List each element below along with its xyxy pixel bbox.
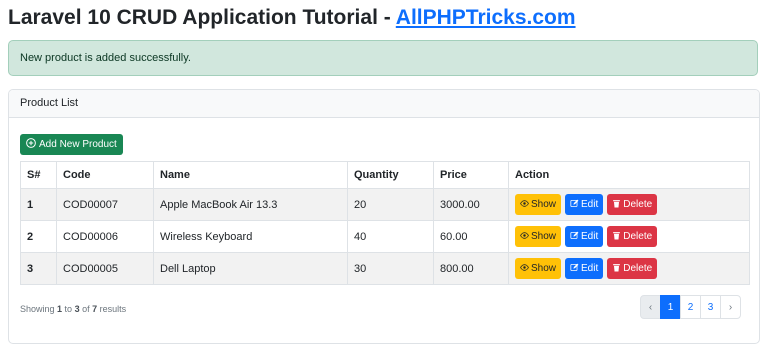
show-button[interactable]: Show xyxy=(515,194,562,215)
cell-price: 60.00 xyxy=(433,220,509,253)
summary-text: to xyxy=(62,304,75,314)
cell-code: COD00007 xyxy=(56,188,154,221)
cell-code: COD00006 xyxy=(56,220,154,253)
cell-name: Wireless Keyboard xyxy=(153,220,348,253)
cell-price: 800.00 xyxy=(433,252,509,285)
summary-text: results xyxy=(97,304,127,314)
table-header-row: S# Code Name Quantity Price Action xyxy=(20,161,750,189)
edit-button[interactable]: Edit xyxy=(565,258,604,279)
add-product-button[interactable]: Add New Product xyxy=(20,134,123,155)
plus-circle-icon xyxy=(26,138,36,151)
delete-label: Delete xyxy=(623,199,653,210)
success-alert: New product is added successfully. xyxy=(8,40,758,76)
edit-icon xyxy=(570,263,579,275)
add-product-label: Add New Product xyxy=(39,139,117,150)
delete-label: Delete xyxy=(623,231,653,242)
cell-sno: 1 xyxy=(20,188,57,221)
alert-message: New product is added successfully. xyxy=(20,52,191,64)
table-row: 2 COD00006 Wireless Keyboard 40 60.00 Sh… xyxy=(20,220,750,253)
cell-sno: 3 xyxy=(20,252,57,285)
edit-button[interactable]: Edit xyxy=(565,194,604,215)
delete-button[interactable]: Delete xyxy=(607,258,658,279)
delete-button[interactable]: Delete xyxy=(607,226,658,247)
cell-action: Show Edit Delete xyxy=(508,188,750,221)
summary-text: Showing xyxy=(20,304,58,314)
delete-button[interactable]: Delete xyxy=(607,194,658,215)
header-price: Price xyxy=(433,161,509,189)
table-row: 1 COD00007 Apple MacBook Air 13.3 20 300… xyxy=(20,188,750,221)
page-2-button[interactable]: 2 xyxy=(680,295,701,319)
cell-price: 3000.00 xyxy=(433,188,509,221)
next-page-button[interactable]: › xyxy=(720,295,741,319)
show-button[interactable]: Show xyxy=(515,226,562,247)
header-sno: S# xyxy=(20,161,57,189)
show-button[interactable]: Show xyxy=(515,258,562,279)
page-3-button[interactable]: 3 xyxy=(700,295,721,319)
trash-icon xyxy=(612,231,621,243)
edit-label: Edit xyxy=(581,231,599,242)
eye-icon xyxy=(520,231,529,243)
cell-quantity: 30 xyxy=(347,252,434,285)
trash-icon xyxy=(612,199,621,211)
header-quantity: Quantity xyxy=(347,161,434,189)
edit-label: Edit xyxy=(581,199,599,210)
results-summary: Showing 1 to 3 of 7 results xyxy=(20,304,126,314)
cell-quantity: 20 xyxy=(347,188,434,221)
header-code: Code xyxy=(56,161,154,189)
eye-icon xyxy=(520,263,529,275)
header-action: Action xyxy=(508,161,750,189)
card-header: Product List xyxy=(9,90,759,118)
cell-action: Show Edit Delete xyxy=(508,220,750,253)
edit-icon xyxy=(570,199,579,211)
trash-icon xyxy=(612,263,621,275)
table-row: 3 COD00005 Dell Laptop 30 800.00 Show Ed… xyxy=(20,252,750,285)
delete-label: Delete xyxy=(623,263,653,274)
pagination: ‹ 1 2 3 › xyxy=(640,295,741,319)
page-1-button[interactable]: 1 xyxy=(660,295,681,319)
product-list-card: Product List Add New Product S# Code Nam… xyxy=(8,89,760,344)
cell-sno: 2 xyxy=(20,220,57,253)
site-link[interactable]: AllPHPTricks.com xyxy=(396,6,576,29)
edit-button[interactable]: Edit xyxy=(565,226,604,247)
header-name: Name xyxy=(153,161,348,189)
cell-code: COD00005 xyxy=(56,252,154,285)
cell-name: Apple MacBook Air 13.3 xyxy=(153,188,348,221)
edit-label: Edit xyxy=(581,263,599,274)
cell-action: Show Edit Delete xyxy=(508,252,750,285)
product-table: S# Code Name Quantity Price Action 1 COD… xyxy=(20,161,750,285)
edit-icon xyxy=(570,231,579,243)
show-label: Show xyxy=(531,263,557,274)
show-label: Show xyxy=(531,231,557,242)
page-title: Laravel 10 CRUD Application Tutorial - A… xyxy=(8,4,576,32)
prev-page-button[interactable]: ‹ xyxy=(640,295,661,319)
eye-icon xyxy=(520,199,529,211)
summary-text: of xyxy=(79,304,93,314)
show-label: Show xyxy=(531,199,557,210)
cell-quantity: 40 xyxy=(347,220,434,253)
cell-name: Dell Laptop xyxy=(153,252,348,285)
title-text: Laravel 10 CRUD Application Tutorial - xyxy=(8,6,396,29)
